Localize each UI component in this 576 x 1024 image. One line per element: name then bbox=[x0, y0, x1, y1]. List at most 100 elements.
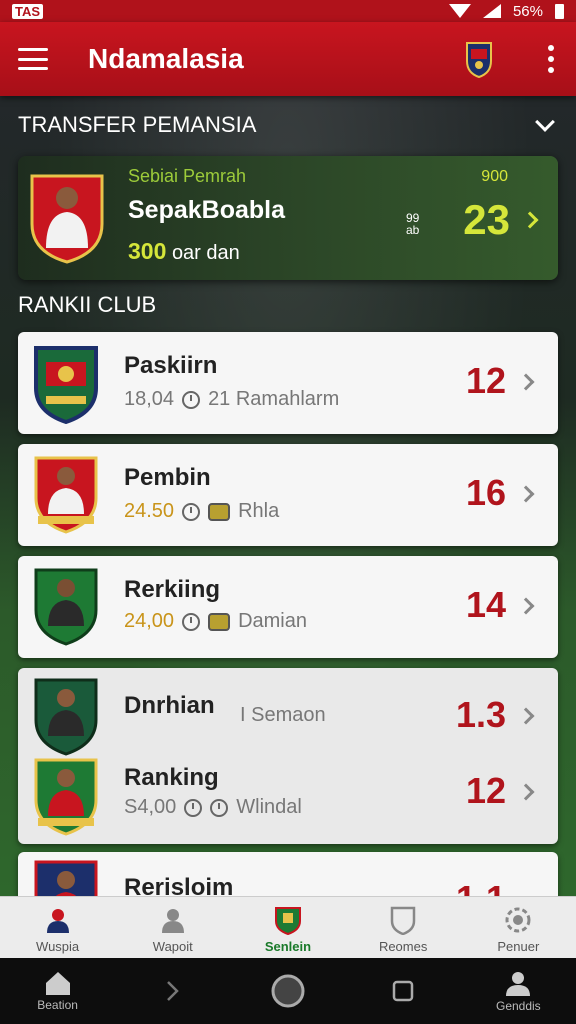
featured-label: Sebiai Pemrah bbox=[128, 166, 247, 186]
featured-mini-label: 99 ab bbox=[406, 212, 419, 236]
club-crest-icon bbox=[274, 907, 301, 935]
clock-icon bbox=[182, 390, 201, 409]
home-circle-icon bbox=[271, 974, 305, 1008]
app-bar: Ndamalasia bbox=[0, 22, 576, 96]
card-meta: I Semaon bbox=[240, 704, 326, 727]
card-detail: I Semaon bbox=[240, 704, 326, 726]
chevron-right-icon[interactable] bbox=[517, 783, 535, 801]
card-value: 24.50 bbox=[124, 500, 175, 522]
player-crest-icon bbox=[30, 174, 104, 264]
card-title: Dnrhian bbox=[124, 692, 215, 719]
card-number: 1.3 bbox=[455, 694, 506, 735]
chevron-right-icon[interactable] bbox=[521, 211, 539, 229]
status-bar: TAS 56% bbox=[0, 0, 576, 22]
card-detail: Rhla bbox=[238, 500, 280, 522]
shield-icon bbox=[390, 906, 416, 935]
nav-profile-label: Genddis bbox=[495, 999, 541, 1013]
tab-label: Reomes bbox=[378, 939, 428, 954]
card-title: Pembin bbox=[124, 464, 211, 491]
bottom-tab-bar: Wuspia Wapoit Senlein Reomes Penuer bbox=[0, 896, 576, 958]
card-number: 14 bbox=[465, 584, 506, 625]
card-detail: 21 Ramahlarm bbox=[208, 388, 340, 410]
ranking-card[interactable]: Rerkiing 24,00 Damian 14 bbox=[18, 556, 558, 658]
signal-icon bbox=[482, 4, 501, 18]
featured-mini-bottom: ab bbox=[406, 223, 420, 237]
card-value: S4,00 bbox=[124, 796, 177, 818]
tab-wuspia[interactable]: Wuspia bbox=[10, 905, 106, 954]
battery-percent: 56% bbox=[512, 2, 543, 20]
tab-penuer[interactable]: Penuer bbox=[470, 905, 566, 954]
chevron-right-icon[interactable] bbox=[517, 597, 535, 615]
profile-icon bbox=[506, 972, 531, 996]
player-crest-icon bbox=[34, 758, 98, 836]
status-carrier: TAS bbox=[12, 3, 44, 19]
tab-reomes[interactable]: Reomes bbox=[355, 905, 451, 954]
battery-icon bbox=[555, 3, 564, 19]
nav-recents[interactable] bbox=[358, 979, 448, 1003]
featured-sub: 300 oar dan bbox=[128, 238, 240, 265]
chevron-down-icon[interactable] bbox=[535, 112, 555, 132]
wifi-icon bbox=[448, 4, 471, 18]
home-icon bbox=[45, 972, 70, 995]
featured-sub-value: 300 bbox=[128, 238, 167, 264]
tab-label: Wuspia bbox=[36, 939, 80, 954]
ranking-card[interactable]: Dnrhian I Semaon 1.3 Ranking S4,00 Wlind… bbox=[18, 668, 558, 844]
card-title: Ranking bbox=[124, 764, 219, 791]
ranking-card[interactable]: Paskiirn 18,04 21 Ramahlarm 12 bbox=[18, 332, 558, 434]
card-meta: 24,00 Damian bbox=[124, 610, 307, 633]
recents-icon bbox=[392, 980, 414, 1002]
card-detail: Wlindal bbox=[236, 796, 302, 818]
ranking-section-title: RANKII CLUB bbox=[18, 292, 157, 317]
nav-profile[interactable]: Genddis bbox=[473, 969, 563, 1013]
nav-back[interactable] bbox=[128, 978, 218, 1004]
card-number: 16 bbox=[465, 472, 506, 513]
ticket-icon bbox=[208, 612, 231, 631]
player-crest-icon bbox=[34, 678, 98, 756]
card-meta: 24.50 Rhla bbox=[124, 500, 279, 523]
ticket-icon bbox=[208, 502, 231, 521]
tab-label: Penuer bbox=[497, 939, 540, 954]
player-icon bbox=[46, 909, 69, 933]
status-icons: 56% bbox=[448, 2, 564, 20]
featured-sub-text: oar dan bbox=[171, 242, 240, 264]
tab-label: Senlein bbox=[264, 939, 312, 954]
card-number: 12 bbox=[465, 360, 506, 401]
player-crest-icon bbox=[34, 456, 98, 534]
chevron-right-icon[interactable] bbox=[517, 373, 535, 391]
chevron-right-icon[interactable] bbox=[517, 485, 535, 503]
featured-top-value: 900 bbox=[481, 168, 508, 185]
clock-icon bbox=[182, 502, 201, 521]
chevron-right-icon bbox=[166, 981, 179, 1001]
clock-icon bbox=[182, 612, 201, 631]
nav-home[interactable]: Beation bbox=[13, 970, 103, 1012]
card-detail: Damian bbox=[238, 610, 307, 632]
nav-home-label: Beation bbox=[37, 998, 78, 1012]
card-meta: S4,00 Wlindal bbox=[124, 796, 302, 819]
tab-senlein[interactable]: Senlein bbox=[240, 905, 336, 954]
chevron-right-icon[interactable] bbox=[517, 707, 535, 725]
card-number: 12 bbox=[465, 770, 506, 811]
player-crest-icon bbox=[34, 568, 98, 646]
app-title: Ndamalasia bbox=[88, 43, 244, 74]
transfer-section-title: TRANSFER PEMANSIA bbox=[18, 112, 257, 137]
card-title: Paskiirn bbox=[124, 352, 218, 379]
club-logo-icon[interactable] bbox=[464, 39, 494, 79]
person-icon bbox=[161, 909, 184, 933]
featured-transfer-card[interactable]: Sebiai Pemrah SepakBoabla 300 oar dan 90… bbox=[18, 156, 558, 280]
ranking-card[interactable]: Pembin 24.50 Rhla 16 bbox=[18, 444, 558, 546]
card-meta: 18,04 21 Ramahlarm bbox=[124, 388, 339, 411]
tab-wapoit[interactable]: Wapoit bbox=[125, 905, 221, 954]
featured-number: 23 bbox=[463, 196, 510, 243]
settings-icon bbox=[505, 907, 531, 933]
nav-home-button[interactable] bbox=[243, 973, 333, 1009]
club-crest-icon bbox=[34, 346, 98, 424]
tab-label: Wapoit bbox=[152, 939, 193, 954]
clock-icon bbox=[184, 798, 203, 817]
menu-icon[interactable] bbox=[18, 48, 48, 70]
card-title: Rerkiing bbox=[124, 576, 221, 603]
transfer-section-header[interactable]: TRANSFER PEMANSIA bbox=[18, 110, 558, 140]
card-value: 18,04 bbox=[124, 388, 175, 410]
timer-icon bbox=[210, 798, 229, 817]
more-options-icon[interactable] bbox=[544, 41, 558, 77]
system-nav-bar: Beation Genddis bbox=[0, 958, 576, 1024]
